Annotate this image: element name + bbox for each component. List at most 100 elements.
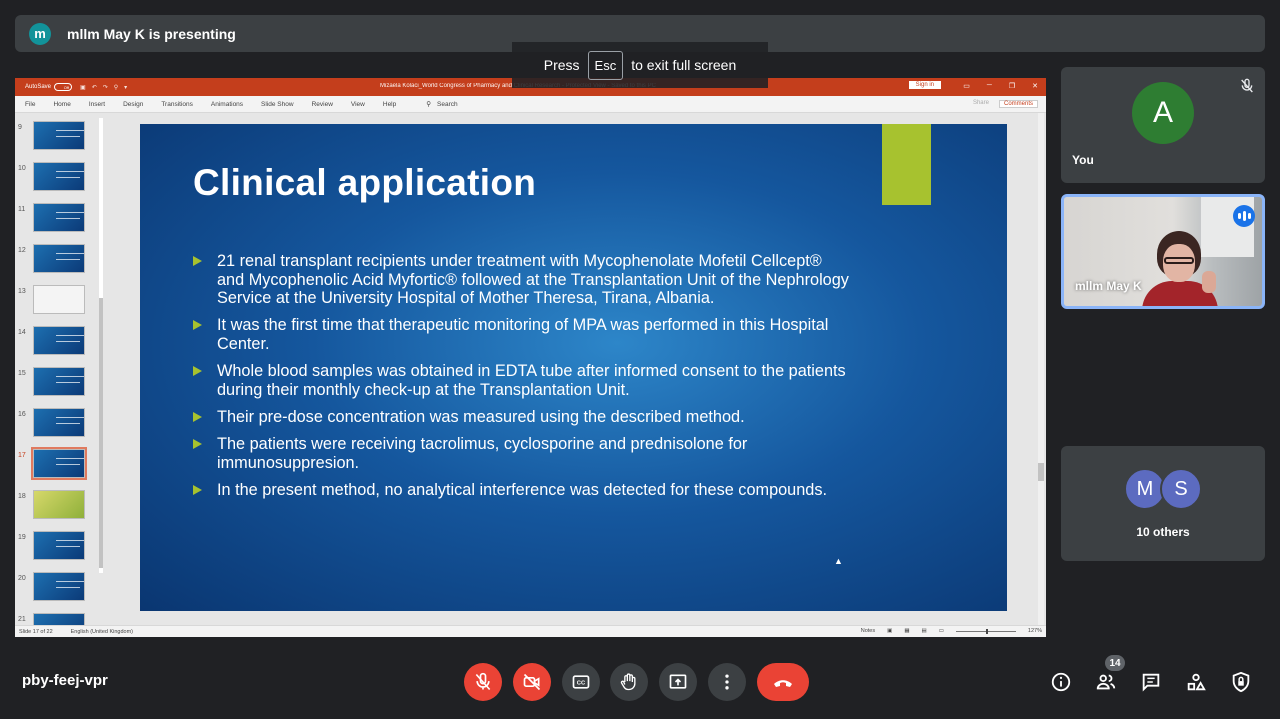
self-tile[interactable]: A You [1061, 67, 1265, 183]
slide-thumb-10[interactable]: 10 [15, 162, 105, 196]
slide-preview [33, 367, 85, 396]
slide-preview [33, 490, 85, 519]
meeting-details-button[interactable] [1049, 670, 1073, 694]
tab-transitions[interactable]: Transitions [161, 101, 193, 108]
autosave-label: AutoSave [25, 84, 52, 90]
slide-thumb-20[interactable]: 20 [15, 572, 105, 606]
save-icon[interactable]: ▣ [80, 84, 86, 91]
others-count: 10 others [1136, 525, 1190, 539]
zoom-knob[interactable] [985, 628, 988, 634]
slide-sorter-icon[interactable]: ▦ [904, 628, 909, 634]
bullet-text: Whole blood samples was obtained in EDTA… [217, 362, 846, 399]
activities-icon [1187, 673, 1206, 691]
captions-button[interactable]: CC [562, 663, 600, 701]
present-button[interactable] [659, 663, 697, 701]
slide-thumb-18[interactable]: 18 [15, 490, 105, 524]
autosave[interactable]: AutoSave Off [25, 83, 73, 91]
mic-toggle-button[interactable] [464, 663, 502, 701]
participants-button[interactable] [1094, 670, 1118, 694]
other-avatar-s: S [1160, 468, 1202, 510]
reading-view-icon[interactable]: ▤ [922, 628, 927, 634]
tab-design[interactable]: Design [123, 101, 143, 108]
redo-icon[interactable]: ↷ [103, 84, 108, 91]
restore-icon[interactable]: ❐ [1009, 82, 1015, 90]
slide-preview [33, 121, 85, 150]
more-icon[interactable]: ▾ [124, 84, 127, 91]
bullet-text: 21 renal transplant recipients under tre… [217, 252, 849, 308]
bullet-item: The patients were receiving tacrolimus, … [193, 435, 853, 472]
slide-thumb-15[interactable]: 15 [15, 367, 105, 401]
bullet-arrow-icon [193, 484, 202, 495]
hint-press: Press [543, 57, 580, 73]
slide-preview [33, 162, 85, 191]
people-icon [1096, 674, 1116, 690]
tab-insert[interactable]: Insert [89, 101, 105, 108]
chat-button[interactable] [1139, 670, 1163, 694]
share-button[interactable]: Share [973, 100, 989, 108]
activities-button[interactable] [1184, 670, 1208, 694]
tab-animations[interactable]: Animations [211, 101, 243, 108]
raise-hand-button[interactable] [610, 663, 648, 701]
slide-thumb-13[interactable]: 13 [15, 285, 105, 319]
others-tile[interactable]: M S 10 others [1061, 446, 1265, 561]
tab-review[interactable]: Review [312, 101, 333, 108]
ribbon-search[interactable]: ⚲ Search [426, 100, 457, 109]
slide-thumb-21[interactable]: 21 [15, 613, 105, 625]
tab-help[interactable]: Help [383, 101, 396, 108]
slide-thumb-9[interactable]: 9 [15, 121, 105, 155]
slide-thumb-12[interactable]: 12 [15, 244, 105, 278]
slide-scroll-thumb[interactable] [1038, 463, 1044, 481]
presenter-tile[interactable]: mllm May K [1061, 194, 1265, 309]
hang-up-icon [774, 680, 792, 687]
slide-thumb-16[interactable]: 16 [15, 408, 105, 442]
meeting-code: pby-feej-vpr [22, 672, 108, 689]
slide-thumb-19[interactable]: 19 [15, 531, 105, 565]
leave-call-button[interactable] [757, 663, 809, 701]
bullet-text: Their pre-dose concentration was measure… [217, 407, 745, 426]
tab-file[interactable]: File [25, 101, 35, 108]
slide-number: 9 [18, 124, 22, 131]
zoom-slider[interactable] [955, 628, 1016, 634]
tab-slide-show[interactable]: Slide Show [261, 101, 294, 108]
esc-key: Esc [587, 50, 624, 80]
ribbon-tabs: File Home Insert Design Transitions Anim… [15, 96, 1046, 113]
camera-toggle-button[interactable] [513, 663, 551, 701]
presenter-avatar: m [29, 22, 51, 45]
language-status[interactable]: English (United Kingdom) [71, 629, 133, 635]
slide-thumb-14[interactable]: 14 [15, 326, 105, 360]
customize-icon[interactable]: ⚲ [114, 84, 118, 91]
slide-number: 20 [18, 575, 26, 582]
slide-preview [33, 285, 85, 314]
slide-thumb-11[interactable]: 11 [15, 203, 105, 237]
bullet-arrow-icon [193, 411, 202, 422]
sign-in-button[interactable]: Sign in [908, 81, 941, 89]
presenting-label: mllm May K is presenting [67, 25, 236, 42]
autosave-toggle[interactable]: Off [54, 83, 73, 91]
status-right: Notes ▣ ▦ ▤ ▭ 127% [861, 628, 1042, 634]
host-controls-button[interactable] [1229, 670, 1253, 694]
close-icon[interactable]: ✕ [1032, 82, 1038, 90]
slide-number: 21 [18, 616, 26, 623]
slide-number: 15 [18, 370, 26, 377]
slide-scrollbar[interactable] [1038, 113, 1044, 625]
notes-button[interactable]: Notes [861, 628, 875, 634]
more-options-button[interactable] [708, 663, 746, 701]
slideshow-icon[interactable]: ▭ [939, 628, 944, 634]
participants-count-badge: 14 [1105, 655, 1125, 671]
tab-view[interactable]: View [351, 101, 365, 108]
comments-button[interactable]: Comments [998, 100, 1038, 108]
bullet-arrow-icon [193, 256, 202, 266]
zoom-level[interactable]: 127% [1028, 628, 1042, 634]
tab-home[interactable]: Home [53, 101, 70, 108]
current-slide: Clinical application 21 renal transplant… [140, 124, 1007, 611]
normal-view-icon[interactable]: ▣ [887, 628, 892, 634]
bullet-text: The patients were receiving tacrolimus, … [217, 435, 748, 472]
shared-screen: AutoSave Off ▣ ↶ ↷ ⚲ ▾ Mizaela Kolaci_Wo… [15, 78, 1046, 637]
slide-preview [33, 244, 85, 273]
undo-icon[interactable]: ↶ [92, 84, 97, 91]
ribbon-display-icon[interactable]: ▭ [963, 82, 970, 90]
minimize-icon[interactable]: ─ [987, 82, 992, 90]
thumbnail-scroll-thumb[interactable] [99, 298, 103, 568]
slide-thumb-17[interactable]: 17 [15, 447, 105, 483]
slide-preview [33, 613, 85, 625]
